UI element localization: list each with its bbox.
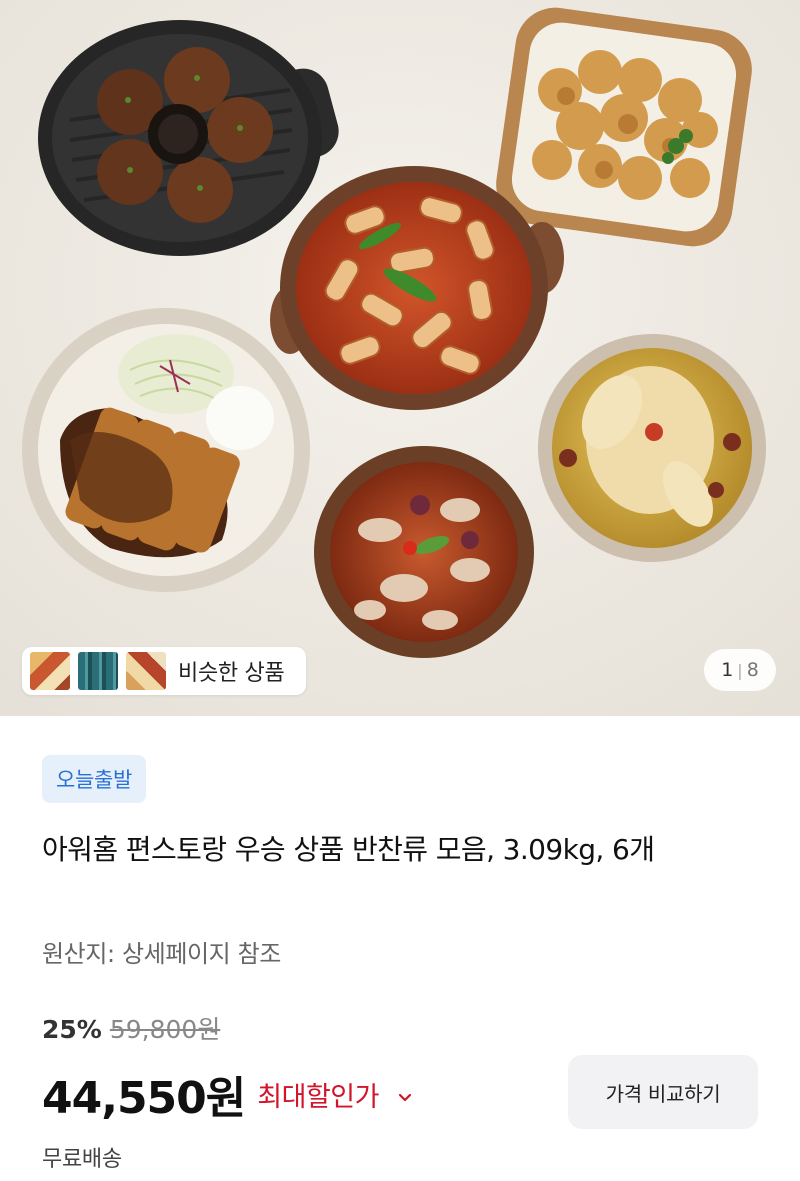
- chevron-down-icon: [398, 1093, 412, 1101]
- similar-products-label: 비슷한 상품: [178, 661, 285, 686]
- shipping-info: 무료배송: [42, 1147, 122, 1172]
- product-thumb-icon: [30, 652, 70, 690]
- product-photo: [0, 0, 800, 716]
- fried-chicken-basket: [496, 7, 752, 247]
- original-price: 59,800원: [109, 1015, 221, 1044]
- tonkatsu-plate: [22, 308, 310, 592]
- image-page-indicator: 1 | 8: [704, 649, 776, 691]
- beef-tripe-stew: [314, 446, 534, 658]
- product-image-gallery[interactable]: 비슷한 상품 1 | 8: [0, 0, 800, 716]
- max-discount-toggle[interactable]: 최대할인가: [257, 1075, 413, 1114]
- delivery-badge: 오늘출발: [42, 755, 147, 803]
- similar-products-button[interactable]: 비슷한 상품: [22, 647, 306, 695]
- samgyetang-bowl: [538, 334, 766, 562]
- product-thumb-icon: [126, 652, 166, 690]
- product-title: 아워홈 편스토랑 우승 상품 반찬류 모음, 3.09kg, 6개: [42, 833, 655, 866]
- product-origin: 원산지: 상세페이지 참조: [42, 940, 281, 968]
- price-compare-button[interactable]: 가격 비교하기: [568, 1055, 758, 1129]
- max-discount-label: 최대할인가: [257, 1081, 379, 1113]
- page-separator: |: [737, 660, 743, 680]
- discount-row: 25% 59,800원: [42, 1010, 220, 1046]
- product-thumb-icon: [78, 652, 118, 690]
- sale-price: 44,550원: [42, 1073, 246, 1124]
- discount-rate: 25%: [42, 1015, 102, 1044]
- price-row: 44,550원 최대할인가: [42, 1062, 413, 1126]
- page-total: 8: [746, 659, 759, 681]
- page-current: 1: [721, 659, 734, 681]
